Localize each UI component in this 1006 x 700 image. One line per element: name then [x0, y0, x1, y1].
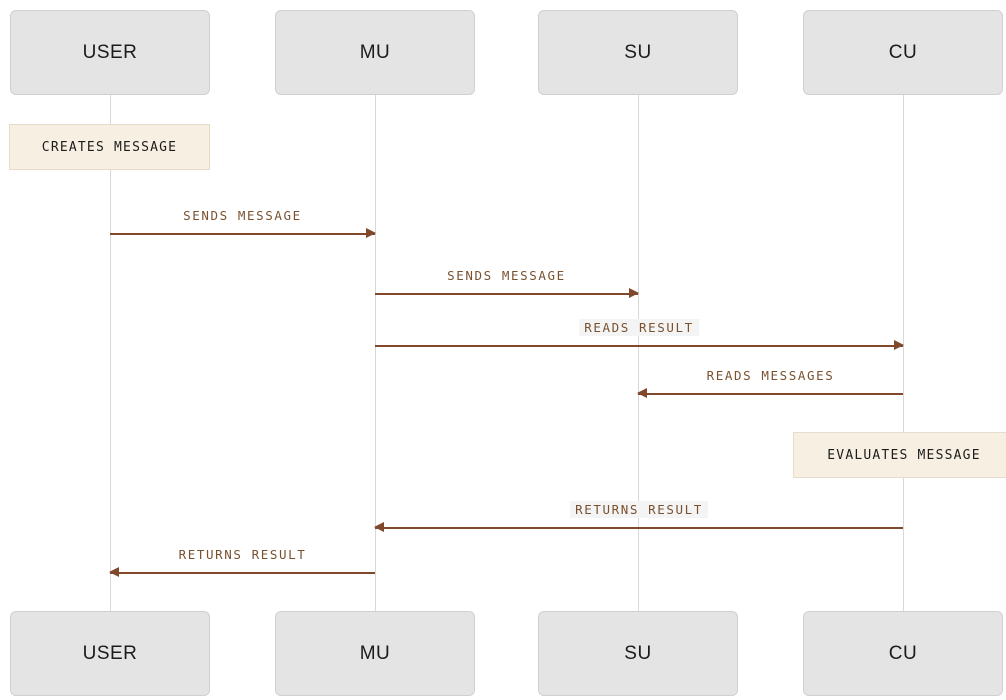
lifeline-su	[638, 95, 639, 611]
participant-label: CU	[888, 41, 918, 63]
arrowhead-right-icon	[366, 228, 376, 238]
lifeline-cu	[903, 95, 904, 611]
participant-footer-user[interactable]: USER	[10, 611, 210, 696]
message-line	[375, 293, 638, 295]
lifeline-mu	[375, 95, 376, 611]
arrowhead-left-icon	[109, 567, 119, 577]
participant-label: MU	[359, 642, 391, 664]
note-creates-message: CREATES MESSAGE	[9, 124, 210, 170]
participant-label: USER	[82, 642, 138, 664]
participant-footer-su[interactable]: SU	[538, 611, 738, 696]
sequence-diagram-canvas: USER MU SU CU USER MU SU CU CREATES MESSAGE EVALU…	[0, 0, 1006, 700]
participant-header-su[interactable]: SU	[538, 10, 738, 95]
message-label: RETURNS RESULT	[570, 501, 708, 518]
message-label: SENDS MESSAGE	[447, 268, 566, 283]
message-line	[110, 572, 375, 574]
message-label: READS RESULT	[579, 319, 699, 336]
participant-label: CU	[888, 642, 918, 664]
arrowhead-right-icon	[629, 288, 639, 298]
arrowhead-right-icon	[894, 340, 904, 350]
message-line	[375, 527, 903, 529]
participant-header-cu[interactable]: CU	[803, 10, 1003, 95]
note-label: CREATES MESSAGE	[41, 139, 178, 155]
participant-label: MU	[359, 41, 391, 63]
note-evaluates-message: EVALUATES MESSAGE	[793, 432, 1006, 478]
participant-header-mu[interactable]: MU	[275, 10, 475, 95]
participant-label: SU	[624, 642, 652, 664]
arrowhead-left-icon	[637, 388, 647, 398]
message-line	[110, 233, 375, 235]
participant-header-user[interactable]: USER	[10, 10, 210, 95]
participant-footer-cu[interactable]: CU	[803, 611, 1003, 696]
message-line	[375, 345, 903, 347]
message-label: RETURNS RESULT	[178, 547, 307, 562]
participant-label: SU	[624, 41, 652, 63]
message-line	[638, 393, 903, 395]
message-label: SENDS MESSAGE	[183, 208, 302, 223]
participant-label: USER	[82, 41, 138, 63]
lifeline-user	[110, 95, 111, 611]
note-label: EVALUATES MESSAGE	[827, 447, 981, 463]
message-label: READS MESSAGES	[706, 368, 835, 383]
arrowhead-left-icon	[374, 522, 384, 532]
participant-footer-mu[interactable]: MU	[275, 611, 475, 696]
